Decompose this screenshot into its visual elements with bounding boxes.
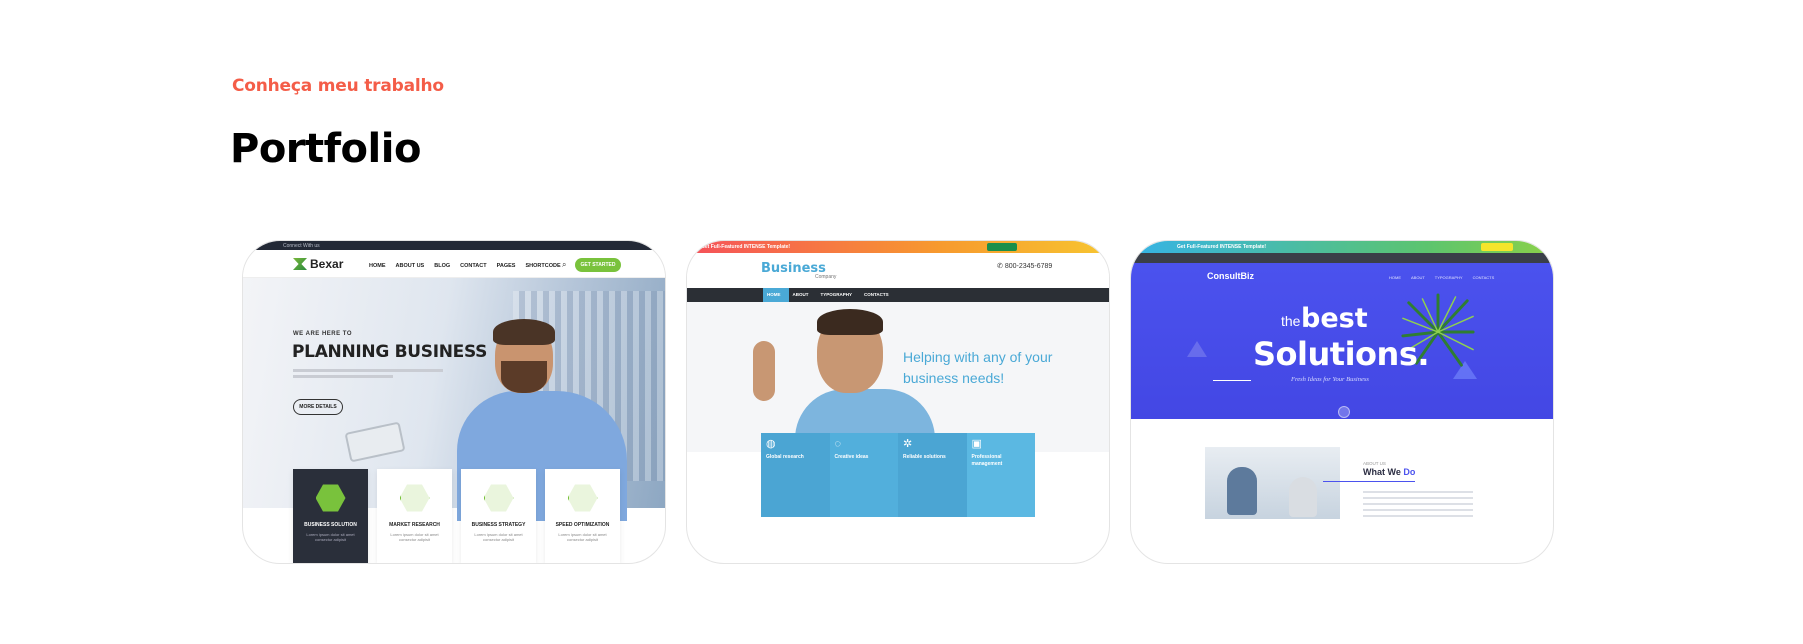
logo: Bexar xyxy=(310,257,344,271)
top-bar-text: Connect With us xyxy=(283,243,320,249)
phone-number: ✆ 800-2345-6789 xyxy=(997,262,1052,270)
nav-item: TYPOGRAPHY xyxy=(820,292,853,297)
nav-menu: HOME ABOUT TYPOGRAPHY CONTACTS xyxy=(767,292,889,297)
navbar xyxy=(687,288,1109,302)
more-details-button: MORE DETAILS xyxy=(293,399,343,415)
nav-menu: HOME ABOUT US BLOG CONTACT PAGES SHORTCO… xyxy=(369,263,561,269)
nav-item: TYPOGRAPHY xyxy=(1434,275,1463,280)
feature-title: SPEED OPTIMIZATION xyxy=(555,522,610,528)
bulb-icon xyxy=(483,484,514,512)
feature-text: Lorem ipsum dolor sit amet consectur adi… xyxy=(306,532,355,542)
top-bar-button xyxy=(987,243,1017,251)
bulb-icon: ◌ xyxy=(834,438,842,450)
feature-text: Lorem ipsum dolor sit amet consectur adi… xyxy=(390,532,439,542)
logo-subtitle: Company xyxy=(815,274,837,280)
nav-item: CONTACTS xyxy=(1472,275,1495,280)
contact-bar xyxy=(1131,253,1553,263)
feature-card: ◍ Global research xyxy=(761,433,830,517)
nav-item: CONTACT xyxy=(460,263,487,269)
text-placeholder xyxy=(293,369,443,372)
nav-menu: HOME ABOUT TYPOGRAPHY CONTACTS xyxy=(1389,275,1494,280)
feature-text: Lorem ipsum dolor sit amet consectur adi… xyxy=(474,532,523,542)
portfolio-item-business-company[interactable]: Get Full-Featured INTENSE Template! Busi… xyxy=(686,240,1110,564)
top-bar-text: Get Full-Featured INTENSE Template! xyxy=(701,244,791,250)
top-bar: Get Full-Featured INTENSE Template! xyxy=(687,241,1109,253)
hero-eyebrow: WE ARE HERE TO xyxy=(293,331,353,337)
search-icon: ⌕ xyxy=(562,260,567,269)
scroll-down-icon xyxy=(1338,406,1350,418)
feature-text: Lorem ipsum dolor sit amet consectur adi… xyxy=(558,532,607,542)
feature-card: BUSINESS STRATEGY Lorem ipsum dolor sit … xyxy=(461,469,536,563)
hero-title: Solutions. xyxy=(1253,335,1430,373)
phone-icon: ✆ xyxy=(997,263,1005,270)
top-bar: Connect With us xyxy=(243,241,665,250)
tagline-divider xyxy=(1213,380,1251,381)
about-divider xyxy=(1323,481,1415,482)
feature-title: Creative ideas xyxy=(834,454,869,460)
gauge-icon xyxy=(567,484,598,512)
features-strip: ◍ Global research ◌ Creative ideas ✲ Rel… xyxy=(761,433,1035,517)
nav-item: HOME xyxy=(1389,275,1401,280)
feature-card: ◌ Creative ideas xyxy=(829,433,898,517)
chart-icon xyxy=(399,484,430,512)
globe-icon: ◍ xyxy=(766,438,776,450)
person-figure xyxy=(1289,477,1317,517)
text-placeholder xyxy=(1363,491,1473,521)
nav-item: PAGES xyxy=(496,263,516,269)
feature-card: ✲ Reliable solutions xyxy=(898,433,967,517)
feature-title: Global research xyxy=(766,454,804,460)
person-figure xyxy=(1227,467,1257,515)
nav-item: HOME xyxy=(369,263,386,269)
text-placeholder xyxy=(293,375,393,378)
feature-card: ▣ Professional management xyxy=(966,433,1035,517)
nav-item: SHORTCODE xyxy=(525,263,561,269)
briefcase-icon: ▣ xyxy=(971,438,982,450)
hero-the: the xyxy=(1281,313,1301,329)
top-bar-text: Get Full-Featured INTENSE Template! xyxy=(1177,244,1267,250)
portfolio-item-consultbiz[interactable]: Get Full-Featured INTENSE Template! Cons… xyxy=(1130,240,1554,564)
feature-title: Professional management xyxy=(971,454,1003,467)
nav-item: BLOG xyxy=(434,263,451,269)
decorative-triangle xyxy=(1187,341,1207,357)
person-beard xyxy=(501,361,547,393)
nav-item: ABOUT xyxy=(1411,275,1425,280)
section-title: Portfolio xyxy=(230,126,421,172)
nav-item: HOME xyxy=(767,292,781,297)
hero-tagline: Fresh Ideas for Your Business xyxy=(1291,376,1369,383)
feature-card: BUSINESS SOLUTION Lorem ipsum dolor sit … xyxy=(293,469,368,563)
portfolio-item-bexar[interactable]: Connect With us Bexar HOME ABOUT US BLOG… xyxy=(242,240,666,564)
thumbs-up-icon xyxy=(753,341,775,401)
feature-card: SPEED OPTIMIZATION Lorem ipsum dolor sit… xyxy=(545,469,620,563)
gear-icon: ✲ xyxy=(903,438,913,450)
person-hair xyxy=(493,319,555,345)
nav-item: CONTACTS xyxy=(864,292,889,297)
about-title-part: What We xyxy=(1363,467,1404,477)
nav-item: ABOUT xyxy=(792,292,809,297)
about-title: What We Do xyxy=(1363,467,1415,477)
feature-card: MARKET RESEARCH Lorem ipsum dolor sit am… xyxy=(377,469,452,563)
hero-title: Helping with any of your business needs! xyxy=(903,349,1053,386)
logo: ConsultBiz xyxy=(1207,271,1254,281)
diamond-icon xyxy=(315,484,346,512)
top-bar-button xyxy=(1481,243,1513,251)
hero-title: PLANNING BUSINESS xyxy=(292,342,488,362)
get-started-button: GET STARTED xyxy=(575,258,621,272)
person-hair xyxy=(817,309,883,335)
header xyxy=(687,253,1109,288)
about-photo xyxy=(1205,447,1340,519)
nav-item: ABOUT US xyxy=(395,263,425,269)
about-eyebrow: ABOUT US xyxy=(1363,461,1386,466)
feature-title: Reliable solutions xyxy=(903,454,946,460)
phone-text: 800-2345-6789 xyxy=(1004,263,1053,270)
feature-title: MARKET RESEARCH xyxy=(389,522,440,528)
about-title-highlight: Do xyxy=(1403,467,1416,477)
feature-title: BUSINESS STRATEGY xyxy=(471,522,526,528)
section-eyebrow: Conheça meu trabalho xyxy=(232,76,444,96)
hero-best: best xyxy=(1301,303,1368,334)
feature-title: BUSINESS SOLUTION xyxy=(304,522,357,528)
